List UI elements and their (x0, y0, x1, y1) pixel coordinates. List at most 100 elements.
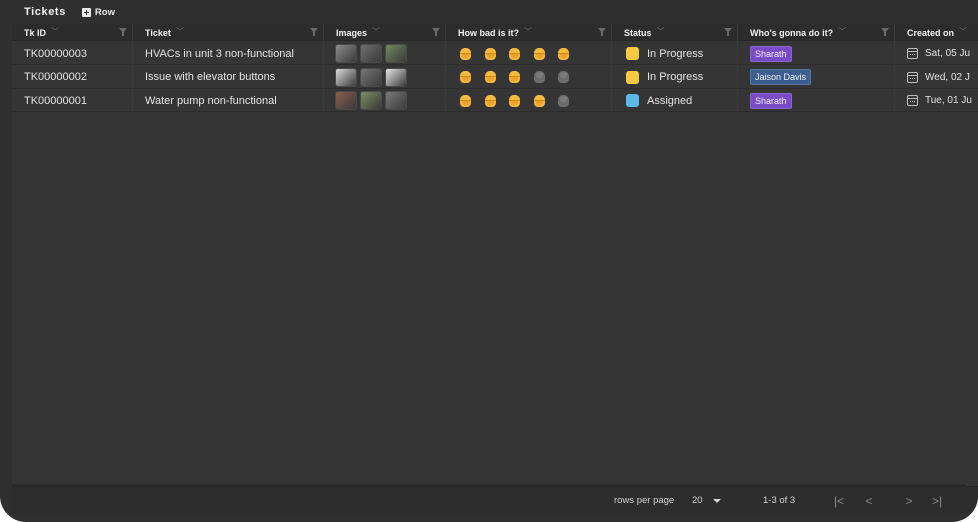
table-row[interactable]: TK00000002 Issue with elevator buttons In … (12, 65, 978, 89)
cell-tk-id[interactable]: TK00000003 (12, 42, 133, 65)
image-thumbnail[interactable] (360, 91, 382, 110)
column-label: Status (624, 27, 652, 38)
chevron-down-icon[interactable]: ﹀ (524, 26, 532, 37)
assignee-tag: Sharath (750, 92, 792, 109)
created-date: Wed, 02 J (925, 71, 970, 83)
calendar-icon (907, 48, 918, 59)
cell-assignee[interactable]: Sharath (738, 42, 895, 65)
cell-created-on[interactable]: Tue, 01 Ju (895, 89, 978, 112)
next-page-icon[interactable]: > (900, 492, 918, 510)
column-header-tk-id[interactable]: Tk ID ﹀ (12, 24, 133, 41)
cell-images[interactable] (324, 89, 446, 112)
filter-icon[interactable] (432, 28, 440, 36)
status-color-swatch (626, 94, 639, 107)
cell-tk-id[interactable]: TK00000001 (12, 89, 133, 112)
table-row[interactable]: TK00000003 HVACs in unit 3 non-functional… (12, 42, 978, 65)
ticket-id: TK00000003 (24, 47, 87, 60)
cell-assignee[interactable]: Jaison Davis (738, 65, 895, 89)
column-header-ticket[interactable]: Ticket ﹀ (133, 24, 324, 41)
column-label: Images (336, 27, 368, 38)
cell-tk-id[interactable]: TK00000002 (12, 65, 133, 89)
pagination-bar: rows per page 20 1-3 of 3 |< < > >| (12, 486, 978, 513)
ticket-title: Issue with elevator buttons (145, 71, 276, 83)
status-label: In Progress (647, 47, 704, 60)
image-thumbnail[interactable] (335, 44, 357, 63)
app-window: Tickets Row Tk ID ﹀ Ticket ﹀ Images ﹀ Ho… (0, 0, 978, 522)
rows-per-page-select[interactable]: 20 (692, 487, 721, 514)
rows-per-page-label: rows per page (614, 495, 675, 506)
cell-assignee[interactable]: Sharath (738, 89, 895, 112)
calendar-icon (907, 95, 918, 106)
column-label: Who's gonna do it? (750, 27, 834, 38)
calendar-icon (907, 71, 918, 83)
chevron-down-icon[interactable]: ﹀ (959, 26, 967, 37)
chevron-down-icon[interactable]: ﹀ (372, 26, 380, 37)
construction-worker-icon[interactable] (509, 47, 534, 60)
image-thumbnail[interactable] (335, 67, 357, 87)
last-page-icon[interactable]: >| (928, 492, 946, 510)
cell-ticket[interactable]: Water pump non-functional (133, 89, 324, 112)
status-color-swatch (626, 47, 639, 60)
caret-down-icon (712, 498, 721, 503)
column-header-images[interactable]: Images ﹀ (324, 24, 446, 41)
filter-icon[interactable] (881, 28, 889, 36)
page-range: 1-3 of 3 (763, 495, 796, 506)
chevron-down-icon[interactable]: ﹀ (176, 26, 184, 37)
construction-worker-icon[interactable] (484, 47, 510, 60)
cell-images[interactable] (324, 65, 446, 89)
image-thumbnail[interactable] (360, 44, 382, 63)
person-silhouette-icon[interactable] (558, 94, 583, 107)
cell-status[interactable]: In Progress (612, 42, 738, 65)
cell-created-on[interactable]: Wed, 02 J (895, 66, 978, 89)
construction-worker-icon[interactable] (460, 94, 485, 107)
table-header: Tk ID ﹀ Ticket ﹀ Images ﹀ How bad is it?… (12, 24, 978, 41)
filter-icon[interactable] (598, 28, 606, 36)
person-silhouette-icon[interactable] (533, 71, 559, 83)
image-thumbnail[interactable] (385, 67, 407, 87)
chevron-down-icon[interactable]: ﹀ (51, 26, 59, 37)
image-thumbnail[interactable] (385, 44, 407, 63)
cell-ticket[interactable]: Issue with elevator buttons (133, 65, 324, 89)
rows-per-page-value: 20 (692, 495, 703, 506)
first-page-icon[interactable]: |< (830, 492, 848, 510)
construction-worker-icon[interactable] (460, 71, 485, 83)
image-thumbnail[interactable] (385, 91, 407, 110)
cell-severity[interactable] (446, 89, 612, 112)
column-header-created-on[interactable]: Created on ﹀ (895, 24, 978, 41)
construction-worker-icon[interactable] (509, 94, 534, 107)
cell-status[interactable]: Assigned (612, 89, 738, 112)
filter-icon[interactable] (119, 28, 127, 36)
add-row-button[interactable]: Row (81, 7, 115, 18)
cell-severity[interactable] (446, 42, 612, 65)
column-header-status[interactable]: Status ﹀ (612, 24, 738, 41)
construction-worker-icon[interactable] (460, 47, 485, 60)
ticket-id: TK00000001 (24, 94, 87, 107)
ticket-title: Water pump non-functional (145, 94, 277, 107)
filter-icon[interactable] (310, 28, 318, 36)
tickets-table: Tk ID ﹀ Ticket ﹀ Images ﹀ How bad is it?… (12, 24, 978, 486)
previous-page-icon[interactable]: < (860, 492, 878, 510)
column-label: Ticket (145, 27, 171, 38)
construction-worker-icon[interactable] (533, 47, 559, 60)
column-header-severity[interactable]: How bad is it? ﹀ (446, 24, 612, 41)
chevron-down-icon[interactable]: ﹀ (838, 26, 846, 37)
construction-worker-icon[interactable] (484, 94, 510, 107)
chevron-down-icon[interactable]: ﹀ (657, 26, 665, 37)
cell-images[interactable] (324, 42, 446, 65)
image-thumbnail[interactable] (360, 67, 382, 87)
construction-worker-icon[interactable] (484, 71, 510, 83)
person-silhouette-icon[interactable] (558, 71, 583, 83)
column-label: Created on (907, 27, 955, 38)
filter-icon[interactable] (724, 28, 732, 36)
cell-ticket[interactable]: HVACs in unit 3 non-functional (133, 42, 324, 65)
construction-worker-icon[interactable] (533, 94, 559, 107)
cell-status[interactable]: In Progress (612, 65, 738, 89)
column-label: Tk ID (24, 27, 47, 38)
construction-worker-icon[interactable] (509, 71, 534, 83)
table-row[interactable]: TK00000001 Water pump non-functional Assig… (12, 89, 978, 112)
cell-created-on[interactable]: Sat, 05 Ju (895, 42, 978, 65)
cell-severity[interactable] (446, 65, 612, 89)
column-header-assignee[interactable]: Who's gonna do it? ﹀ (738, 24, 895, 41)
image-thumbnail[interactable] (335, 91, 357, 110)
construction-worker-icon[interactable] (558, 47, 583, 60)
